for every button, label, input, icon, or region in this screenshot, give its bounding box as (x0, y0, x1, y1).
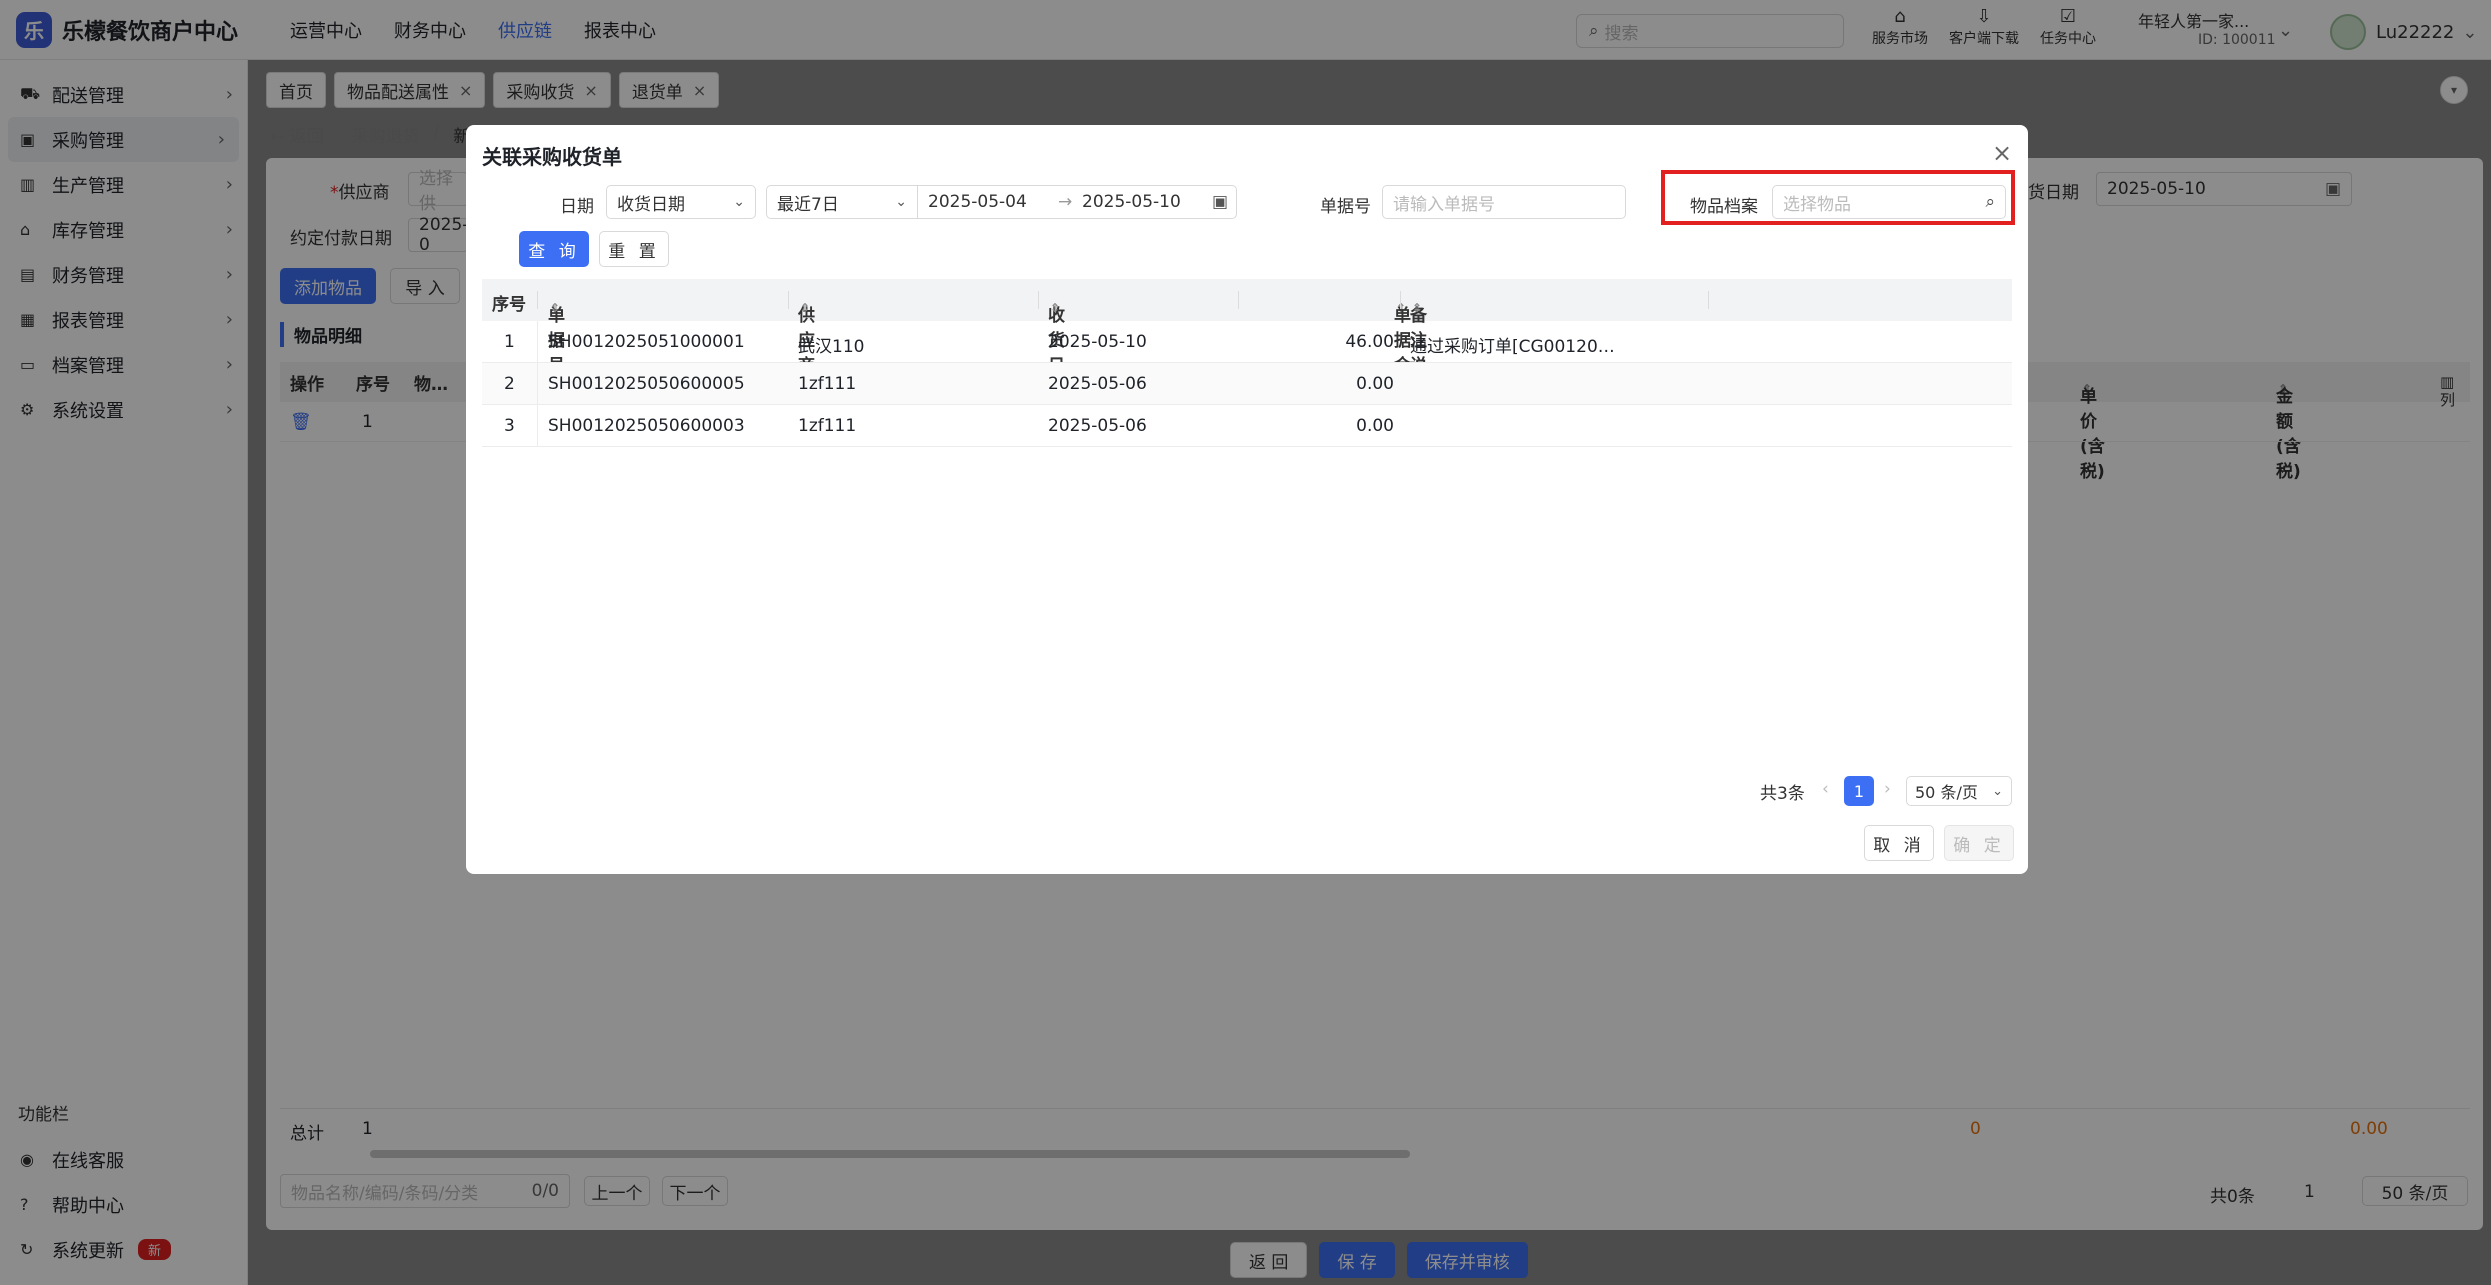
row-supplier: 1zf111 (798, 374, 857, 394)
column-divider (788, 291, 789, 309)
row-order-no: SH0012025050600005 (548, 374, 745, 394)
query-button[interactable]: 查 询 (519, 231, 589, 267)
receipt-table: 序号 单据号⇕ 供应商⇕ 收货日期⇕ ⇕单据金额 备注说明⇕ 1 SH00120… (482, 279, 2012, 447)
row-index: 2 (504, 374, 515, 394)
date-end: 2025-05-10 (1082, 192, 1181, 212)
chevron-down-icon: ⌄ (1992, 783, 2003, 799)
chevron-down-icon: ⌄ (895, 194, 907, 210)
sort-icon: ⇕ (800, 301, 811, 315)
table-row[interactable]: 1 SH0012025051000001 武汉110 2025-05-10 46… (482, 321, 2012, 363)
row-order-no: SH0012025051000001 (548, 332, 745, 352)
sort-icon: ⇕ (1412, 301, 1423, 315)
table-row[interactable]: 3 SH0012025050600003 1zf111 2025-05-06 0… (482, 405, 2012, 447)
date-preset-value: 最近7日 (777, 194, 839, 215)
highlight-box (1661, 170, 2015, 225)
row-supplier: 1zf111 (798, 416, 857, 436)
sort-icon: ⇕ (550, 301, 561, 315)
sort-icon: ⇕ (1050, 301, 1061, 315)
row-divider (537, 363, 538, 405)
range-arrow-icon: → (1058, 192, 1073, 212)
row-index: 1 (504, 332, 515, 352)
link-receipt-modal: 关联采购收货单 × 日期 收货日期 ⌄ 最近7日 ⌄ 2025-05-04 → 20… (466, 125, 2028, 874)
row-remark: 通过采购订单[CG00120… (1410, 337, 1615, 357)
row-divider (537, 321, 538, 363)
date-range-picker[interactable]: 2025-05-04 → 2025-05-10 ▣ (917, 185, 1237, 219)
row-date: 2025-05-06 (1048, 374, 1147, 394)
column-divider (1038, 291, 1039, 309)
row-amount: 0.00 (1356, 416, 1394, 436)
order-no-placeholder: 请输入单据号 (1393, 194, 1495, 215)
date-preset-select[interactable]: 最近7日 ⌄ (766, 185, 918, 219)
order-no-label: 单据号 (1320, 197, 1371, 217)
col-index: 序号 (492, 295, 526, 315)
chevron-down-icon: ⌄ (733, 194, 745, 210)
column-divider (1708, 291, 1709, 309)
calendar-icon: ▣ (1212, 192, 1229, 212)
column-divider (537, 291, 538, 309)
cancel-button[interactable]: 取 消 (1864, 825, 1934, 861)
row-order-no: SH0012025050600003 (548, 416, 745, 436)
row-amount: 0.00 (1356, 374, 1394, 394)
row-index: 3 (504, 416, 515, 436)
column-divider (1238, 291, 1239, 309)
column-divider (1400, 291, 1401, 309)
modal-total-records: 共3条 (1760, 784, 1805, 804)
page-size-value: 50 条/页 (1915, 783, 1978, 802)
prev-page-icon[interactable]: ‹ (1822, 779, 1829, 799)
table-header: 序号 单据号⇕ 供应商⇕ 收货日期⇕ ⇕单据金额 备注说明⇕ (482, 279, 2012, 401)
row-date: 2025-05-10 (1048, 332, 1147, 352)
confirm-button[interactable]: 确 定 (1944, 825, 2014, 861)
order-no-input[interactable]: 请输入单据号 (1382, 185, 1626, 219)
date-type-select[interactable]: 收货日期 ⌄ (606, 185, 756, 219)
row-amount: 46.00 (1345, 332, 1394, 352)
table-row[interactable]: 2 SH0012025050600005 1zf111 2025-05-06 0… (482, 363, 2012, 405)
date-start: 2025-05-04 (928, 192, 1027, 212)
date-type-value: 收货日期 (617, 194, 685, 215)
modal-title: 关联采购收货单 (482, 145, 622, 169)
row-divider (537, 405, 538, 447)
page-size-select[interactable]: 50 条/页 ⌄ (1906, 776, 2012, 806)
next-page-icon[interactable]: › (1884, 779, 1891, 799)
row-supplier: 武汉110 (798, 337, 865, 357)
date-label: 日期 (560, 197, 594, 217)
reset-button[interactable]: 重 置 (599, 231, 669, 267)
close-icon[interactable]: × (1992, 141, 2012, 165)
current-page[interactable]: 1 (1844, 776, 1874, 806)
row-date: 2025-05-06 (1048, 416, 1147, 436)
